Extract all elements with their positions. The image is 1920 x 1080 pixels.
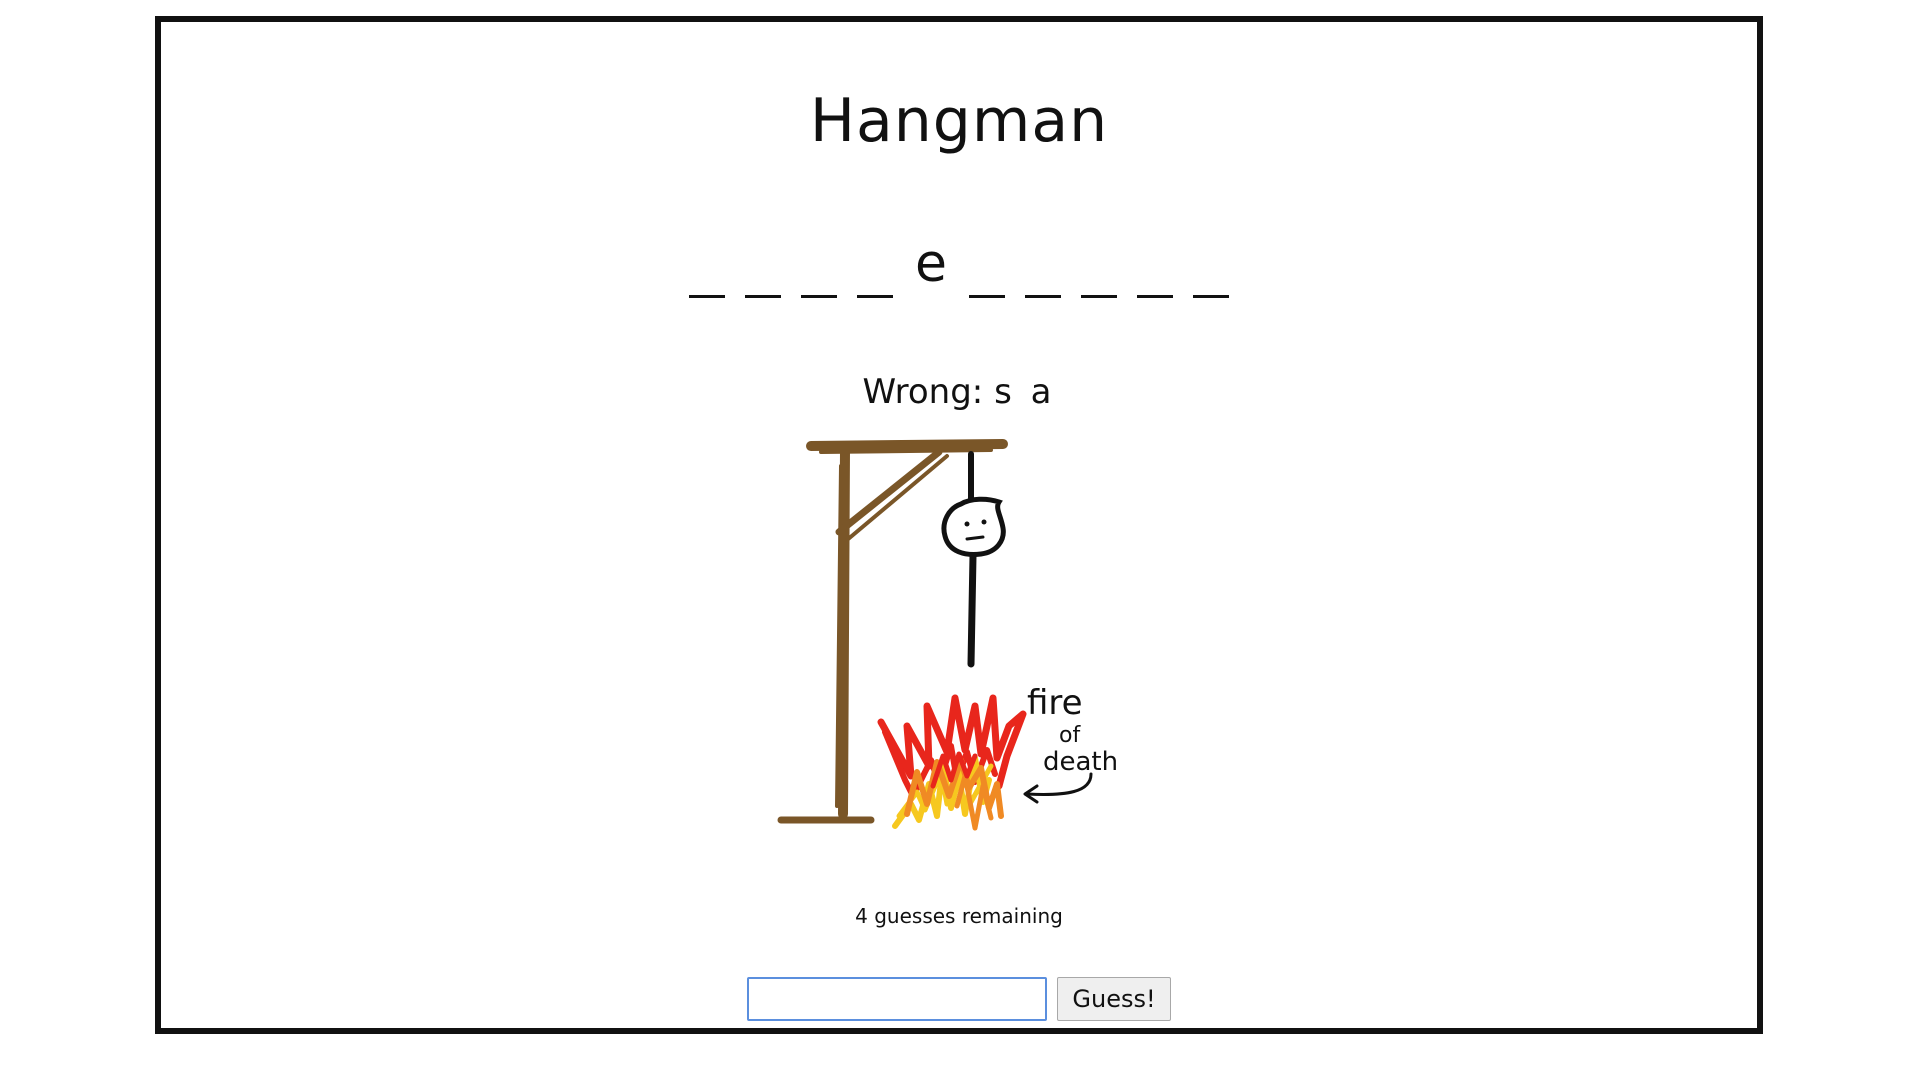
fire-of-death — [877, 694, 1027, 831]
hangman-mouth — [965, 535, 985, 541]
word-letter-slot — [1137, 244, 1173, 304]
annotation-fire: fire — [1027, 683, 1083, 723]
hangman-drawing: fire of death — [777, 439, 1118, 831]
word-display: e — [161, 234, 1757, 304]
word-letter-slot: e — [913, 238, 949, 304]
word-letter-slot — [1025, 244, 1061, 304]
word-letter-slot — [969, 244, 1005, 304]
word-letter-slot — [801, 244, 837, 304]
word-letter-slot — [1081, 244, 1117, 304]
game-frame: Hangman e Wrong: s a fire of death 4 gue… — [155, 16, 1763, 1034]
annotation-death: death — [1043, 747, 1118, 777]
gallows-beam-edge — [819, 448, 993, 454]
gallows-brace-edge — [845, 454, 949, 542]
word-letter-slot — [857, 244, 893, 304]
annotation-arrow — [1025, 772, 1093, 796]
hangman-right-eye — [981, 519, 987, 525]
hangman-body — [967, 552, 977, 668]
word-letter-slot — [689, 244, 725, 304]
guess-button[interactable]: Guess! — [1057, 977, 1171, 1021]
hangman-head — [941, 496, 1006, 557]
hangman-left-eye — [964, 521, 970, 527]
annotation-of: of — [1059, 723, 1081, 748]
word-letter-slot — [745, 244, 781, 304]
word-letter-slot — [1193, 244, 1229, 304]
wrong-guesses: Wrong: s a — [161, 372, 1757, 412]
guess-form: Guess! — [161, 977, 1757, 1021]
guess-input[interactable] — [747, 977, 1048, 1021]
guesses-remaining: 4 guesses remaining — [855, 904, 1063, 928]
gallows-beam — [806, 439, 1008, 451]
wrong-label: Wrong: — [862, 372, 984, 412]
gallows-post — [838, 445, 850, 819]
game-title: Hangman — [809, 86, 1109, 156]
wrong-letters: s a — [994, 372, 1056, 412]
revealed-letter: e — [915, 234, 947, 294]
gallows-brace — [835, 448, 943, 536]
fire-annotation: fire of death — [1023, 683, 1118, 804]
